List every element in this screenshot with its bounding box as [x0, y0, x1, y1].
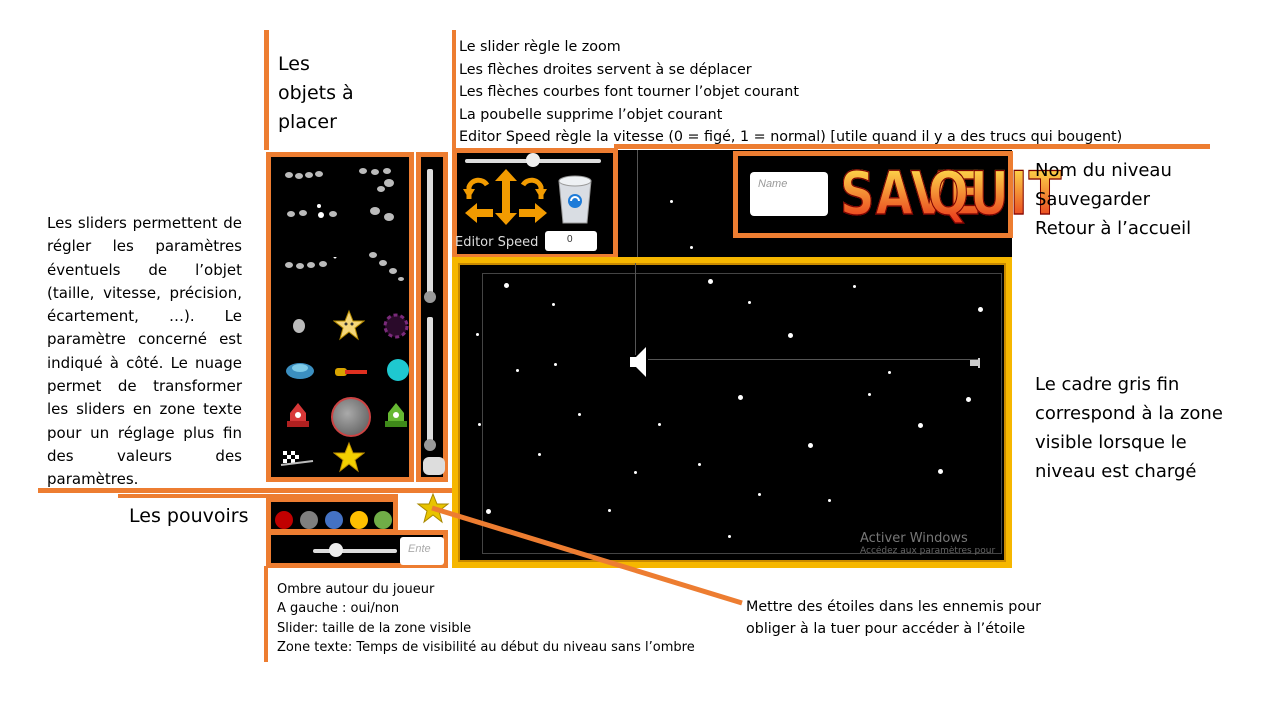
star-pointer-arrow — [431, 505, 743, 606]
star-note-line: Mettre des étoiles dans les ennemis pour — [746, 599, 1042, 615]
star-notes: Mettre des étoiles dans les ennemis pour… — [746, 596, 1041, 640]
star-note-line: obliger à la tuer pour accéder à l’étoil… — [746, 621, 1026, 637]
